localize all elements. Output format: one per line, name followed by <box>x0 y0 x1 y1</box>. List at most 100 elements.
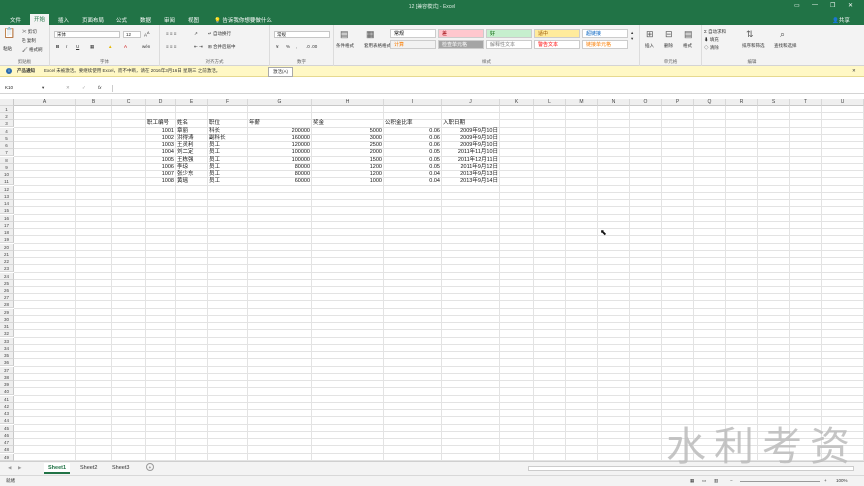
cell-name[interactable]: 刘二定 <box>177 149 206 156</box>
close-button[interactable]: ✕ <box>848 2 853 9</box>
cell-hire-date[interactable]: 2009年9月10日 <box>443 128 498 135</box>
row-header[interactable]: 45 <box>0 424 14 432</box>
cell-fund-rate[interactable]: 0.05 <box>385 149 440 156</box>
cell-position[interactable]: 员工 <box>209 164 246 171</box>
cell-hire-date[interactable]: 2011年11月10日 <box>443 149 498 156</box>
column-header-r[interactable]: R <box>726 99 758 106</box>
phonetic-icon[interactable]: wén <box>142 44 150 49</box>
cell-name[interactable]: 章丽 <box>177 128 206 135</box>
cell-fund-rate[interactable]: 0.05 <box>385 164 440 171</box>
insert-cells-button[interactable]: 插入 <box>645 43 654 49</box>
share-button[interactable]: 👤共享 <box>828 15 854 25</box>
cell-salary[interactable]: 200000 <box>249 128 310 135</box>
row-header[interactable]: 14 <box>0 200 14 208</box>
row-header[interactable]: 33 <box>0 337 14 345</box>
cell-employee-id[interactable]: 1008 <box>147 178 174 185</box>
row-header[interactable]: 11 <box>0 178 14 186</box>
tab-view[interactable]: 视图 <box>184 15 203 25</box>
sheet-tab-1[interactable]: Sheet1 <box>44 463 71 474</box>
minimize-button[interactable]: — <box>812 2 818 8</box>
row-header[interactable]: 41 <box>0 395 14 403</box>
cell-salary[interactable]: 100000 <box>249 157 310 164</box>
style-hyperlink[interactable]: 超链接 <box>582 29 628 38</box>
cell-bonus[interactable]: 2000 <box>313 149 382 156</box>
cell-salary[interactable]: 160000 <box>249 135 310 142</box>
cell-employee-id[interactable]: 1004 <box>147 149 174 156</box>
column-header-d[interactable]: D <box>146 99 176 106</box>
column-header-m[interactable]: M <box>566 99 598 106</box>
style-linked-cell[interactable]: 链接单元格 <box>582 40 628 49</box>
row-header[interactable]: 23 <box>0 265 14 273</box>
row-header[interactable]: 30 <box>0 315 14 323</box>
cell-fund-rate[interactable]: 0.04 <box>385 171 440 178</box>
fill-button[interactable]: ⬇ 填充 <box>704 37 719 43</box>
cell-name[interactable]: 洪得涛 <box>177 135 206 142</box>
cell-employee-id[interactable]: 1006 <box>147 164 174 171</box>
row-header[interactable]: 7 <box>0 149 14 157</box>
tab-review[interactable]: 审阅 <box>160 15 179 25</box>
format-cells-button[interactable]: 格式 <box>683 43 692 49</box>
row-header[interactable]: 34 <box>0 344 14 352</box>
name-box-dropdown-icon[interactable]: ▾ <box>42 85 44 91</box>
conditional-format-button[interactable]: 条件格式 <box>336 43 354 49</box>
row-header[interactable]: 21 <box>0 250 14 258</box>
cell-position[interactable]: 员工 <box>209 149 246 156</box>
align-top-icon[interactable]: ≡ ≡ ≡ <box>166 31 176 36</box>
style-neutral[interactable]: 适中 <box>534 29 580 38</box>
column-header-u[interactable]: U <box>822 99 864 106</box>
row-header[interactable]: 10 <box>0 171 14 179</box>
row-header[interactable]: 12 <box>0 185 14 193</box>
header-cell-hire-date[interactable]: 入职日期 <box>443 120 498 127</box>
column-header-e[interactable]: E <box>176 99 208 106</box>
cell-bonus[interactable]: 1200 <box>313 164 382 171</box>
cut-button[interactable]: ✂ 剪切 <box>22 29 37 35</box>
row-header[interactable]: 28 <box>0 301 14 309</box>
row-header[interactable]: 40 <box>0 388 14 396</box>
row-header[interactable]: 20 <box>0 243 14 251</box>
cell-name[interactable]: 黄瑶 <box>177 178 206 185</box>
cell-bonus[interactable]: 5000 <box>313 128 382 135</box>
cell-bonus[interactable]: 1500 <box>313 157 382 164</box>
style-explanatory[interactable]: 解释性文本 <box>486 40 532 49</box>
column-header-g[interactable]: G <box>248 99 312 106</box>
row-header[interactable]: 27 <box>0 294 14 302</box>
header-cell-position[interactable]: 职位 <box>209 120 246 127</box>
ribbon-display-icon[interactable]: ▭ <box>794 2 800 9</box>
tab-home[interactable]: 开始 <box>30 14 50 25</box>
normal-view-icon[interactable]: ▦ <box>690 478 694 484</box>
cell-fund-rate[interactable]: 0.06 <box>385 135 440 142</box>
currency-icon[interactable]: ¥ <box>276 44 279 49</box>
row-header[interactable]: 19 <box>0 236 14 244</box>
page-layout-view-icon[interactable]: ▭ <box>702 478 706 484</box>
column-header-a[interactable]: A <box>14 99 76 106</box>
activate-button[interactable]: 激活(A) <box>268 67 293 77</box>
row-header[interactable]: 6 <box>0 142 14 150</box>
page-break-view-icon[interactable]: ▥ <box>714 478 718 484</box>
style-normal[interactable]: 常规 <box>390 29 436 38</box>
row-header[interactable]: 43 <box>0 410 14 418</box>
paste-button[interactable]: 粘贴 <box>3 46 12 52</box>
cell-position[interactable]: 科长 <box>209 128 246 135</box>
row-header[interactable]: 47 <box>0 439 14 447</box>
row-header[interactable]: 1 <box>0 106 14 113</box>
column-header-c[interactable]: C <box>112 99 146 106</box>
border-icon[interactable]: ▦ <box>90 44 94 50</box>
italic-button[interactable]: I <box>66 44 67 49</box>
header-cell-name[interactable]: 姓名 <box>177 120 206 127</box>
cell-position[interactable]: 员工 <box>209 178 246 185</box>
cell-name[interactable]: 王栋强 <box>177 157 206 164</box>
cell-hire-date[interactable]: 2011年9月12日 <box>443 164 498 171</box>
font-color-icon[interactable]: A <box>124 44 127 49</box>
add-sheet-button[interactable]: + <box>146 463 154 471</box>
cell-hire-date[interactable]: 2009年9月10日 <box>443 135 498 142</box>
row-header[interactable]: 39 <box>0 381 14 389</box>
row-header[interactable]: 4 <box>0 127 14 135</box>
cell-salary[interactable]: 100000 <box>249 149 310 156</box>
zoom-level[interactable]: 100% <box>836 478 848 483</box>
tab-page-layout[interactable]: 页面布局 <box>78 15 108 25</box>
font-name-select[interactable]: 宋体 <box>54 31 120 38</box>
row-header[interactable]: 42 <box>0 402 14 410</box>
row-header[interactable]: 17 <box>0 221 14 229</box>
cell-bonus[interactable]: 1200 <box>313 171 382 178</box>
comma-button[interactable]: , <box>296 44 297 49</box>
